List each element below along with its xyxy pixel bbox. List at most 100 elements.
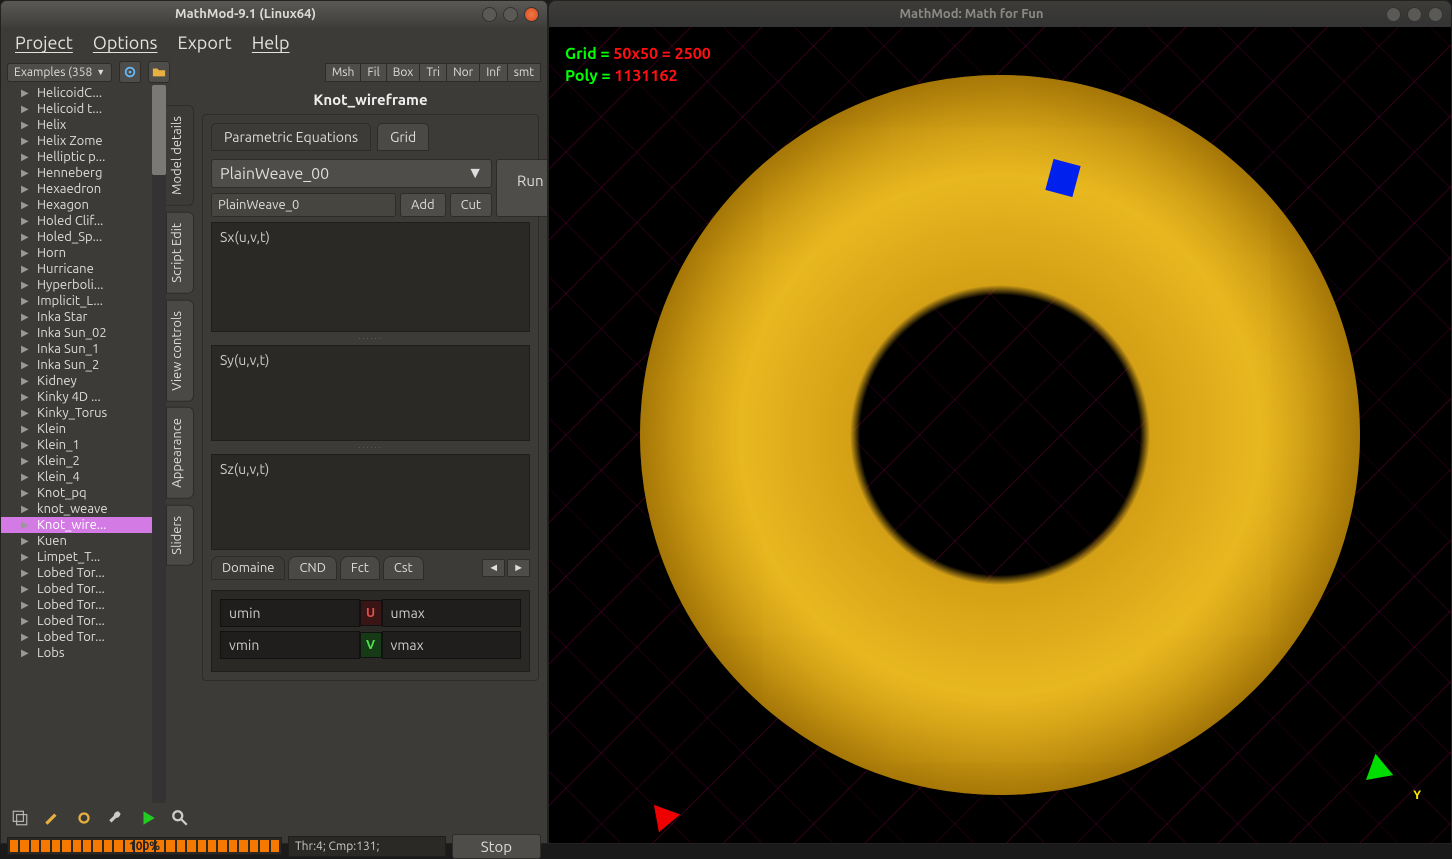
subtab-fct[interactable]: Fct xyxy=(340,556,380,580)
folder-icon[interactable] xyxy=(148,61,170,83)
zoom-icon[interactable] xyxy=(171,809,189,827)
tree-item[interactable]: ▶Inka Sun_1 xyxy=(1,341,166,357)
menu-export[interactable]: Export xyxy=(177,33,231,53)
tree-item[interactable]: ▶Knot_pq xyxy=(1,485,166,501)
tree-item[interactable]: ▶Limpet_T... xyxy=(1,549,166,565)
tree-item[interactable]: ▶Lobed Tor... xyxy=(1,613,166,629)
tree-item[interactable]: ▶Klein_4 xyxy=(1,469,166,485)
tree-item[interactable]: ▶Holed Clif... xyxy=(1,213,166,229)
status-text: Thr:4; Cmp:131; xyxy=(288,836,446,857)
tree-scrollbar[interactable] xyxy=(152,85,166,803)
add-button[interactable]: Add xyxy=(400,193,446,217)
mode-fil-button[interactable]: Fil xyxy=(360,63,386,82)
tree-item[interactable]: ▶Klein_2 xyxy=(1,453,166,469)
tree-item[interactable]: ▶Inka Star xyxy=(1,309,166,325)
subtab-domaine[interactable]: Domaine xyxy=(211,556,285,580)
tree-item[interactable]: ▶Klein xyxy=(1,421,166,437)
tree-item[interactable]: ▶Helliptic p... xyxy=(1,149,166,165)
close-icon[interactable] xyxy=(524,7,539,22)
tree-item[interactable]: ▶Helicoid t... xyxy=(1,101,166,117)
vtab-sliders[interactable]: Sliders xyxy=(166,505,194,566)
tree-item[interactable]: ▶Hyperboli... xyxy=(1,277,166,293)
minimize-icon[interactable] xyxy=(1386,7,1401,22)
mode-nor-button[interactable]: Nor xyxy=(446,63,480,82)
tab-parametric[interactable]: Parametric Equations xyxy=(211,123,371,151)
tree-item[interactable]: ▶Lobed Tor... xyxy=(1,629,166,645)
tree-item[interactable]: ▶Kinky 4D ... xyxy=(1,389,166,405)
mode-msh-button[interactable]: Msh xyxy=(325,63,362,82)
vmin-field[interactable]: vmin xyxy=(220,631,360,659)
menu-options[interactable]: Options xyxy=(93,33,158,53)
link-icon[interactable] xyxy=(75,809,93,827)
tree-item[interactable]: ▶Lobed Tor... xyxy=(1,597,166,613)
progress-bar: 100% xyxy=(7,837,282,855)
examples-dropdown[interactable]: Examples (358▼ xyxy=(7,63,112,82)
menu-help[interactable]: Help xyxy=(252,33,290,53)
tree-item[interactable]: ▶Hexagon xyxy=(1,197,166,213)
close-icon[interactable] xyxy=(1428,7,1443,22)
splitter-handle[interactable]: ······ xyxy=(211,443,530,452)
tree-item[interactable]: ▶HelicoidC... xyxy=(1,85,166,101)
sx-equation-input[interactable]: Sx(u,v,t) xyxy=(211,222,530,332)
subtab-cst[interactable]: Cst xyxy=(383,556,424,580)
tab-scroll-right-icon[interactable]: ► xyxy=(507,559,530,577)
tree-item[interactable]: ▶Helix Zome xyxy=(1,133,166,149)
maximize-icon[interactable] xyxy=(503,7,518,22)
tree-item[interactable]: ▶Knot_wire... xyxy=(1,517,166,533)
tab-scroll-left-icon[interactable]: ◄ xyxy=(482,559,505,577)
tree-item[interactable]: ▶Hurricane xyxy=(1,261,166,277)
tree-item[interactable]: ▶Holed_Sp... xyxy=(1,229,166,245)
3d-viewport[interactable]: Grid = 50x50 = 2500 Poly = 1131162 Y xyxy=(549,27,1451,843)
maximize-icon[interactable] xyxy=(1407,7,1422,22)
tree-item[interactable]: ▶Kuen xyxy=(1,533,166,549)
tab-grid[interactable]: Grid xyxy=(377,123,429,151)
tree-item[interactable]: ▶Inka Sun_02 xyxy=(1,325,166,341)
subtab-cnd[interactable]: CND xyxy=(288,556,336,580)
tree-item[interactable]: ▶Helix xyxy=(1,117,166,133)
copy-icon[interactable] xyxy=(11,809,29,827)
brush-icon[interactable] xyxy=(43,809,61,827)
param-sub-tabs: DomaineCNDFctCst ◄ ► xyxy=(211,556,530,580)
component-dropdown[interactable]: PlainWeave_00▼ xyxy=(211,159,492,188)
target-icon[interactable] xyxy=(119,61,141,83)
vtab-appearance[interactable]: Appearance xyxy=(166,407,194,499)
tree-item[interactable]: ▶Henneberg xyxy=(1,165,166,181)
mode-smt-button[interactable]: smt xyxy=(507,63,541,82)
tree-item[interactable]: ▶Kidney xyxy=(1,373,166,389)
minimize-icon[interactable] xyxy=(482,7,497,22)
tree-item[interactable]: ▶Klein_1 xyxy=(1,437,166,453)
tree-item[interactable]: ▶Implicit_L... xyxy=(1,293,166,309)
umax-field[interactable]: umax xyxy=(382,599,522,627)
wrench-icon[interactable] xyxy=(107,809,125,827)
splitter-handle[interactable]: ······ xyxy=(211,334,530,343)
mode-tri-button[interactable]: Tri xyxy=(419,63,447,82)
sy-equation-input[interactable]: Sy(u,v,t) xyxy=(211,345,530,441)
render-titlebar[interactable]: MathMod: Math for Fun xyxy=(549,1,1451,27)
tree-item[interactable]: ▶knot_weave xyxy=(1,501,166,517)
tree-item[interactable]: ▶Horn xyxy=(1,245,166,261)
mode-box-button[interactable]: Box xyxy=(386,63,421,82)
vtab-script-edit[interactable]: Script Edit xyxy=(166,212,194,294)
stop-button[interactable]: Stop xyxy=(452,834,541,859)
titlebar[interactable]: MathMod-9.1 (Linux64) xyxy=(1,1,547,27)
mode-inf-button[interactable]: Inf xyxy=(479,63,508,82)
vmax-field[interactable]: vmax xyxy=(382,631,522,659)
component-name-input[interactable] xyxy=(211,193,396,217)
tree-item[interactable]: ▶Hexaedron xyxy=(1,181,166,197)
umin-field[interactable]: umin xyxy=(220,599,360,627)
cut-button[interactable]: Cut xyxy=(450,193,492,217)
vtab-view-controls[interactable]: View controls xyxy=(166,300,194,402)
examples-tree[interactable]: ▶HelicoidC...▶Helicoid t...▶Helix▶Helix … xyxy=(1,85,166,803)
tree-item[interactable]: ▶Lobed Tor... xyxy=(1,581,166,597)
tree-item[interactable]: ▶Kinky_Torus xyxy=(1,405,166,421)
run-button[interactable]: Run xyxy=(496,159,547,217)
vertical-tabs: Model details Script Edit View controls App… xyxy=(166,85,194,803)
tree-item[interactable]: ▶Lobed Tor... xyxy=(1,565,166,581)
domain-panel: umin U umax vmin V vmax xyxy=(211,590,530,672)
vtab-model-details[interactable]: Model details xyxy=(166,105,194,206)
menu-project[interactable]: Project xyxy=(15,33,73,53)
tree-item[interactable]: ▶Inka Sun_2 xyxy=(1,357,166,373)
sz-equation-input[interactable]: Sz(u,v,t) xyxy=(211,454,530,550)
tree-item[interactable]: ▶Lobs xyxy=(1,645,166,661)
play-icon[interactable] xyxy=(139,809,157,827)
